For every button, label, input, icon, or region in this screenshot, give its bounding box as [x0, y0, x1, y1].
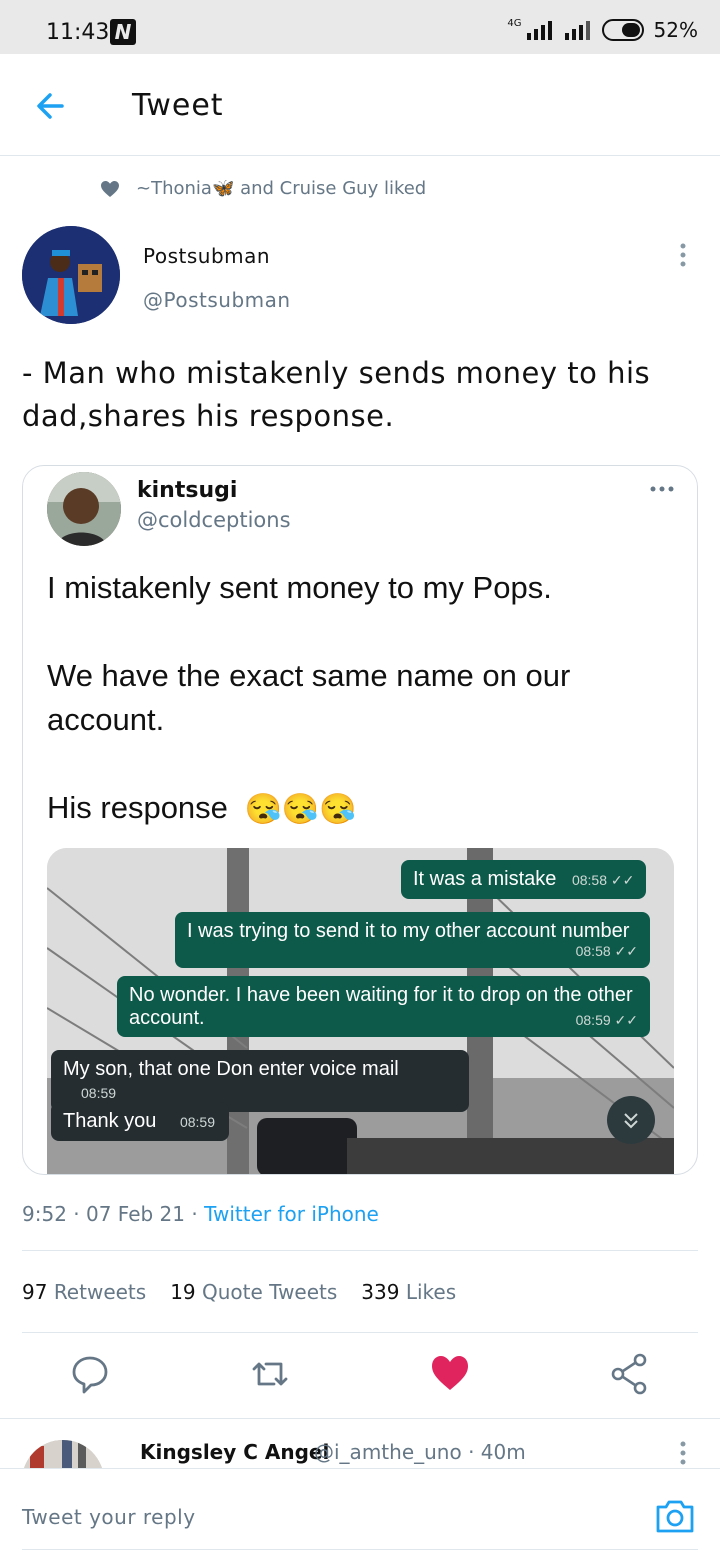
likes-label: Likes — [405, 1280, 457, 1304]
social-context: ~Thonia🦋 and Cruise Guy liked — [100, 178, 426, 199]
chat-message-text: My son, that one Don enter voice mail — [63, 1058, 399, 1080]
reply-avatar-photo — [22, 1440, 104, 1468]
author-handle[interactable]: @Postsubman — [143, 288, 291, 312]
chat-message-text: Thank you — [63, 1110, 157, 1132]
tweet-source-link[interactable]: Twitter for iPhone — [204, 1202, 379, 1226]
reply-icon[interactable] — [70, 1352, 110, 1396]
more-vertical-icon[interactable] — [676, 1440, 690, 1466]
chat-message-text: I was trying to send it to my other acco… — [187, 920, 630, 942]
chat-message-time: 08:59 — [81, 1085, 117, 1101]
reply-compose-bar: Tweet your reply — [0, 1468, 720, 1560]
share-icon[interactable] — [610, 1352, 650, 1396]
camera-icon[interactable] — [654, 1497, 696, 1535]
divider — [22, 1332, 698, 1333]
more-horizontal-icon[interactable] — [649, 484, 675, 494]
scroll-down-button — [607, 1096, 655, 1144]
reply-avatar[interactable] — [22, 1440, 104, 1468]
signal-icon-2 — [564, 21, 590, 40]
double-chevron-down-icon — [624, 1113, 638, 1129]
arrow-left-icon[interactable] — [32, 86, 72, 126]
status-bar: 11:43 N 4G 52% — [0, 0, 720, 54]
chat-screenshot-image[interactable]: It was a mistake 08:58 ✓✓ I was trying t… — [47, 848, 674, 1174]
retweets-stat[interactable]: 97 Retweets — [22, 1280, 146, 1304]
reply-preview[interactable]: Kingsley C Angel @i_amthe_uno · 40m — [0, 1420, 720, 1468]
quoted-tweet-card[interactable]: kintsugi @coldceptions I mistakenly sent… — [22, 465, 698, 1175]
quoted-avatar[interactable] — [47, 472, 121, 546]
chat-message-text: It was a mistake — [413, 868, 557, 890]
status-time: 11:43 — [46, 20, 110, 45]
retweets-label: Retweets — [53, 1280, 147, 1304]
retweets-count: 97 — [22, 1280, 48, 1304]
battery-percent: 52% — [653, 18, 698, 42]
author-avatar[interactable] — [22, 226, 120, 324]
quote-tweets-stat[interactable]: 19 Quote Tweets — [170, 1280, 337, 1304]
quoted-text: I mistakenly sent money to my Pops. We h… — [47, 566, 677, 832]
divider — [0, 1418, 720, 1419]
chat-message-time: 08:59 ✓✓ — [575, 1012, 638, 1028]
avatar-illustration — [22, 226, 120, 324]
reply-author-name[interactable]: Kingsley C Angel — [140, 1440, 329, 1464]
social-context-text[interactable]: ~Thonia🦋 and Cruise Guy liked — [136, 178, 426, 199]
chat-message-time: 08:59 — [179, 1114, 215, 1130]
quote-tweets-label: Quote Tweets — [202, 1280, 338, 1304]
top-app-bar: Tweet — [0, 54, 720, 156]
quote-tweets-count: 19 — [170, 1280, 196, 1304]
chat-bubble-5: Thank you 08:59 — [51, 1102, 229, 1141]
chat-bubble-3: No wonder. I have been waiting for it to… — [117, 976, 650, 1037]
network-type: 4G — [507, 18, 522, 29]
tweet-actions — [0, 1352, 720, 1402]
like-heart-icon[interactable] — [430, 1352, 470, 1396]
reply-input[interactable]: Tweet your reply — [22, 1505, 196, 1529]
quoted-line-2: We have the exact same name on our accou… — [47, 658, 571, 737]
status-icons: 4G 52% — [507, 18, 698, 42]
tweet-meta: 9:52 · 07 Feb 21 · Twitter for iPhone — [22, 1202, 379, 1226]
quoted-avatar-photo — [47, 472, 121, 546]
tweet-timestamp: 9:52 · 07 Feb 21 · — [22, 1202, 205, 1226]
sleepy-face-emoji: 😪😪😪 — [244, 792, 357, 826]
page-title: Tweet — [132, 88, 224, 123]
battery-icon — [601, 19, 644, 41]
n-icon: N — [110, 19, 136, 45]
quoted-handle[interactable]: @coldceptions — [137, 508, 291, 532]
chat-message-time: 08:58 ✓✓ — [571, 872, 635, 888]
tweet-stats: 97 Retweets 19 Quote Tweets 339 Likes — [22, 1280, 456, 1304]
more-vertical-icon[interactable] — [672, 242, 694, 268]
quoted-line-3-row: His response 😪😪😪 — [47, 786, 677, 832]
reply-handle-time: @i_amthe_uno · 40m — [314, 1440, 526, 1464]
quoted-line-3: His response — [47, 790, 228, 825]
compose-underline — [22, 1549, 698, 1550]
signal-icon — [526, 21, 552, 40]
chat-message-time: 08:58 ✓✓ — [575, 943, 638, 959]
quoted-name[interactable]: kintsugi — [137, 478, 237, 503]
chat-bubble-1: It was a mistake 08:58 ✓✓ — [401, 860, 647, 899]
tweet-text: - Man who mistakenly sends money to his … — [22, 356, 651, 433]
chat-bubble-2: I was trying to send it to my other acco… — [175, 912, 650, 968]
author-name[interactable]: Postsubman — [143, 244, 270, 268]
likes-count: 339 — [361, 1280, 400, 1304]
heart-icon — [101, 180, 119, 197]
quoted-line-1: I mistakenly sent money to my Pops. — [47, 570, 552, 605]
likes-stat[interactable]: 339 Likes — [361, 1280, 456, 1304]
divider — [22, 1250, 698, 1251]
retweet-icon[interactable] — [250, 1352, 290, 1396]
